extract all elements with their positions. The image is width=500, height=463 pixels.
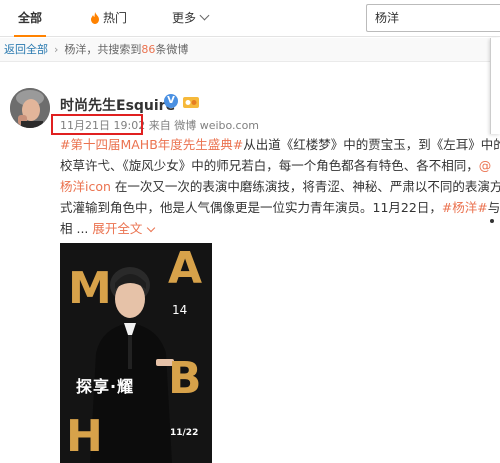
mention-at[interactable]: @	[479, 158, 492, 173]
post-text-line-5: 相 ... 展开全文	[60, 219, 500, 239]
breadcrumb: 返回全部 › 杨洋，共搜索到86条微博	[0, 38, 500, 62]
post-text-line-4: 式灌输到角色中，他是人气偶像更是一位实力青年演员。11月22日，#杨洋#与	[60, 198, 500, 218]
dropdown-overlay	[490, 38, 500, 134]
top-tab-bar: 全部 热门 更多 杨洋	[0, 0, 500, 37]
poster-title: 探享·耀	[76, 377, 135, 396]
post-text-4-tail: 与	[487, 200, 500, 215]
fire-icon	[91, 12, 99, 24]
poster-number: 14	[172, 303, 188, 317]
post-text-1: 从出道《红楼梦》中的贾宝玉，到《左耳》中的	[243, 137, 500, 152]
post-text-5: 相 ...	[60, 221, 89, 236]
time-highlight-box	[51, 114, 143, 135]
post-text-2: 校草许弋、《旋风少女》中的师兄若白，每一个角色都各有特色、各不相同，	[60, 158, 479, 173]
chevron-down-icon	[147, 223, 156, 233]
post-text-4: 式灌输到角色中，他是人气偶像更是一位实力青年演员。11月22日，	[60, 200, 442, 215]
poster-letter-h: H	[66, 411, 103, 462]
expand-full-text-link[interactable]: 展开全文	[92, 221, 156, 236]
search-input[interactable]: 杨洋	[366, 4, 500, 32]
tab-hot[interactable]: 热门	[90, 0, 127, 37]
poster-letter-a: A	[168, 243, 203, 294]
back-to-all-link[interactable]: 返回全部	[4, 43, 48, 56]
poster-letter-b: B	[168, 353, 202, 404]
post-text-line-3: 杨洋icon 在一次又一次的表演中磨练演技，将青涩、神秘、严肃以不同的表演方	[60, 177, 500, 197]
post-source: 来自 微博 weibo.com	[148, 119, 260, 132]
poster-letter-m: M	[68, 263, 112, 314]
tab-more-label: 更多	[172, 11, 197, 25]
post-text-3: 在一次又一次的表演中磨练演技，将青涩、神秘、严肃以不同的表演方	[110, 179, 500, 194]
verified-icon: V	[164, 94, 178, 108]
result-summary-prefix: ，共搜索到	[86, 43, 142, 56]
poster-date: 11/22	[170, 428, 199, 438]
tab-more[interactable]: 更多	[172, 0, 210, 37]
post-image[interactable]: M A H B 14 探享·耀 11/22	[60, 243, 212, 463]
search-query: 杨洋	[64, 43, 87, 56]
avatar-image	[10, 88, 50, 128]
mention-yangyang[interactable]: 杨洋icon	[60, 179, 111, 194]
author-name[interactable]: 时尚先生Esquire	[60, 95, 175, 115]
breadcrumb-separator: ›	[54, 43, 59, 56]
result-count: 86	[141, 43, 156, 56]
tab-hot-label: 热门	[103, 11, 128, 25]
topic-tag-yangyang[interactable]: #杨洋#	[442, 200, 488, 215]
vip-badge-icon	[183, 97, 199, 108]
bullet-dot	[490, 219, 494, 223]
result-summary-suffix: 条微博	[155, 43, 189, 56]
avatar[interactable]	[10, 88, 50, 128]
topic-tag-mahb[interactable]: #第十四届MAHB年度先生盛典#	[60, 137, 243, 152]
expand-label: 展开全文	[92, 221, 143, 236]
chevron-down-icon	[199, 10, 210, 21]
post-text-line-2: 校草许弋、《旋风少女》中的师兄若白，每一个角色都各有特色、各不相同，@	[60, 156, 500, 176]
post-text-line-1: #第十四届MAHB年度先生盛典#从出道《红楼梦》中的贾宝玉，到《左耳》中的	[60, 135, 500, 155]
tab-all[interactable]: 全部	[13, 0, 47, 37]
